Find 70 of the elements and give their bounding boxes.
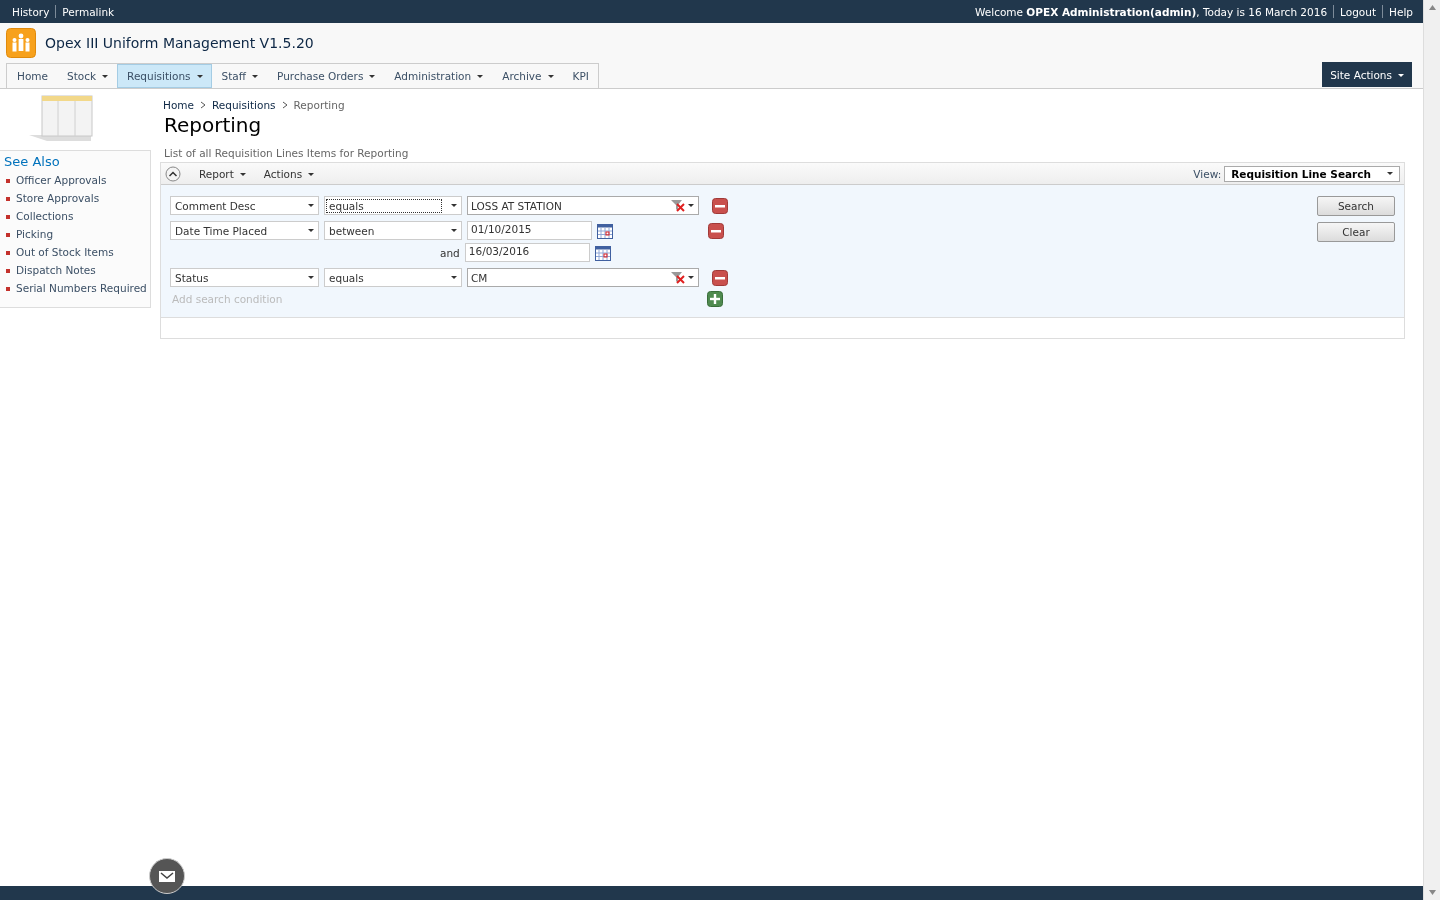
remove-condition-icon[interactable] xyxy=(712,269,728,286)
site-actions-button[interactable]: Site Actions xyxy=(1322,62,1412,87)
nav-tab[interactable]: Staff xyxy=(211,64,268,88)
nav-tab[interactable]: KPI xyxy=(562,64,598,88)
clear-filter-icon[interactable] xyxy=(671,271,685,284)
field-dropdown[interactable]: Comment Desc xyxy=(170,196,319,215)
toolbar-menu[interactable]: Actions xyxy=(263,167,315,180)
operator-dropdown[interactable]: between xyxy=(324,221,462,240)
calendar-icon[interactable] xyxy=(597,222,613,239)
welcome-text: Welcome OPEX Administration(admin), Today is 16 March 2016 xyxy=(975,5,1328,18)
sidebar-link[interactable]: Dispatch Notes xyxy=(16,264,96,277)
sidebar-link[interactable]: Serial Numbers Required xyxy=(16,282,147,295)
bullet-icon xyxy=(6,214,10,219)
nav-tab[interactable]: Administration xyxy=(384,64,493,88)
toolbar-menu[interactable]: Report xyxy=(199,167,246,180)
breadcrumb-link[interactable]: Home xyxy=(163,99,194,111)
nav-tab[interactable]: Archive xyxy=(492,64,563,88)
email-button[interactable] xyxy=(149,858,185,894)
remove-condition-icon[interactable] xyxy=(708,222,724,239)
bullet-icon xyxy=(6,286,10,291)
date-field[interactable]: 16/03/2016 xyxy=(464,243,590,262)
nav-tab[interactable]: Stock xyxy=(57,64,118,88)
sidebar-link[interactable]: Picking xyxy=(16,228,54,241)
sidebar-link[interactable]: Store Approvals xyxy=(16,192,100,205)
bullet-icon xyxy=(6,232,10,237)
clear-filter-icon[interactable] xyxy=(671,199,685,212)
bullet-icon xyxy=(6,178,10,183)
envelope-icon xyxy=(159,870,175,882)
operator-dropdown[interactable]: equals xyxy=(324,268,462,287)
remove-condition-icon[interactable] xyxy=(712,197,728,214)
sidebar-link[interactable]: Collections xyxy=(16,210,74,223)
collapse-icon[interactable] xyxy=(165,165,181,182)
scrollbar[interactable] xyxy=(1423,0,1440,900)
add-condition-field[interactable]: Add search condition xyxy=(170,292,702,305)
value-field[interactable]: LOSS AT STATION xyxy=(467,196,699,215)
bullet-icon xyxy=(6,268,10,273)
search-button[interactable]: Search xyxy=(1317,196,1395,216)
nav-tab[interactable]: Purchase Orders xyxy=(267,64,385,88)
view-dropdown[interactable]: Requisition Line Search xyxy=(1224,165,1400,182)
top-link[interactable]: Help xyxy=(1389,5,1413,18)
sidebar-link[interactable]: Officer Approvals xyxy=(16,174,107,187)
operator-dropdown[interactable]: equals xyxy=(324,196,462,215)
see-also-heading: See Also xyxy=(4,154,61,169)
field-dropdown[interactable]: Date Time Placed xyxy=(170,221,319,240)
value-field[interactable]: CM xyxy=(467,268,699,287)
scroll-down-icon[interactable] xyxy=(1428,890,1436,895)
breadcrumb-separator-icon xyxy=(281,99,288,111)
bullet-icon xyxy=(6,250,10,255)
breadcrumb-separator-icon xyxy=(200,99,206,111)
top-link[interactable]: Logout xyxy=(1340,5,1377,18)
people-logo-icon xyxy=(6,28,36,58)
bullet-icon xyxy=(6,196,10,201)
breadcrumb-link[interactable]: Requisitions xyxy=(212,99,276,111)
nav-tab[interactable]: Requisitions xyxy=(117,64,212,88)
scroll-up-icon[interactable] xyxy=(1428,5,1436,10)
top-link[interactable]: History xyxy=(12,5,50,18)
nav-tab[interactable]: Home xyxy=(7,64,57,88)
site-title: Opex III Uniform Management V1.5.20 xyxy=(45,35,314,51)
sidebar-link[interactable]: Out of Stock Items xyxy=(16,246,114,259)
and-label: and xyxy=(440,246,460,259)
page-description: List of all Requisition Lines Items for Reporting xyxy=(164,147,410,159)
top-link[interactable]: Permalink xyxy=(62,5,115,18)
date-field[interactable]: 01/10/2015 xyxy=(467,221,592,240)
add-condition-icon[interactable] xyxy=(707,290,723,307)
page-title: Reporting xyxy=(164,113,263,137)
field-dropdown[interactable]: Status xyxy=(170,268,319,287)
calendar-icon[interactable] xyxy=(594,244,611,261)
view-label: View: xyxy=(1193,167,1222,180)
clear-button[interactable]: Clear xyxy=(1317,222,1395,242)
breadcrumb-current: Reporting xyxy=(293,99,345,111)
